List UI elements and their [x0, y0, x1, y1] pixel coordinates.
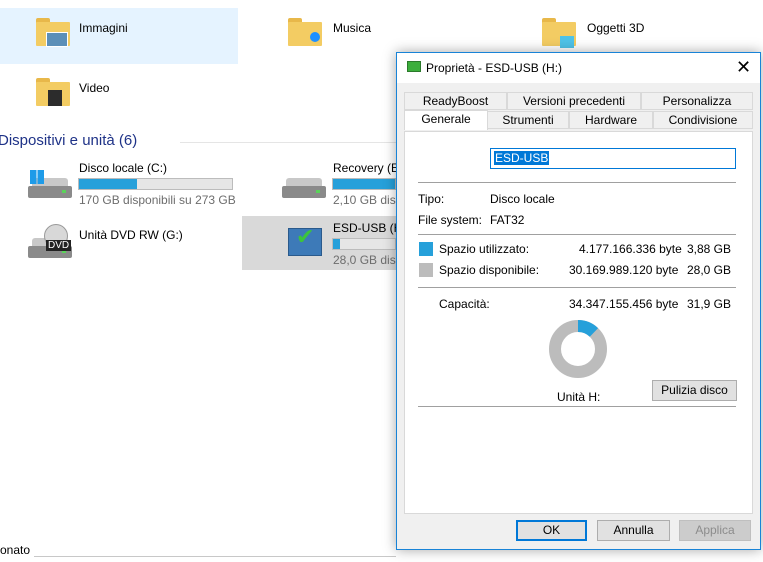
drive-name: Disco locale (C:) — [79, 161, 168, 175]
status-bar-text: onato — [0, 543, 31, 557]
drive-name: Recovery (E: — [333, 161, 403, 175]
drive-g-dvd[interactable]: DVD Unità DVD RW (G:) — [0, 216, 240, 272]
capacity-bytes: 34.347.155.456 byte — [569, 297, 679, 311]
filesystem-value: FAT32 — [490, 213, 525, 227]
free-space-size: 28,0 GB — [686, 263, 731, 277]
volume-name-field[interactable]: ESD-USB — [490, 148, 736, 169]
type-value: Disco locale — [490, 192, 555, 206]
apply-button[interactable]: Applica — [679, 520, 751, 541]
capacity-size: 31,9 GB — [686, 297, 731, 311]
used-space-label: Spazio utilizzato: — [439, 242, 530, 256]
checkmark-icon: ✔ — [296, 224, 315, 249]
used-space-bytes: 4.177.166.336 byte — [579, 242, 682, 256]
donut-free-segment — [549, 320, 607, 378]
drive-usage-bar — [78, 178, 233, 190]
drive-usage-bar — [332, 178, 396, 190]
tab-hardware[interactable]: Hardware — [569, 111, 653, 129]
drive-e[interactable]: Recovery (E: 2,10 GB disp — [250, 156, 402, 212]
dialog-title: Proprietà - ESD-USB (H:) — [426, 61, 563, 75]
ok-button[interactable]: OK — [516, 520, 587, 541]
tab-personalizza[interactable]: Personalizza — [641, 92, 753, 110]
separator — [418, 234, 736, 235]
close-icon[interactable]: ✕ — [736, 57, 751, 77]
3d-objects-folder-icon — [542, 18, 576, 48]
tab-versioni-precedenti[interactable]: Versioni precedenti — [507, 92, 641, 110]
cancel-button[interactable]: Annulla — [597, 520, 670, 541]
drive-usage-bar — [332, 238, 396, 250]
pictures-folder-icon — [36, 18, 70, 47]
drive-icon — [282, 178, 326, 200]
folder-immagini[interactable]: Immagini — [0, 8, 238, 64]
free-space-bytes: 30.169.989.120 byte — [569, 263, 679, 277]
windows-logo-icon — [30, 170, 44, 184]
tab-generale[interactable]: Generale — [404, 110, 488, 130]
drive-name: Unità DVD RW (G:) — [79, 228, 183, 242]
folder-label: Immagini — [79, 21, 128, 35]
music-folder-icon — [288, 18, 322, 46]
separator — [418, 287, 736, 288]
separator — [418, 182, 736, 183]
folder-label: Oggetti 3D — [587, 21, 645, 35]
used-space-swatch — [419, 242, 433, 256]
folder-label: Video — [79, 81, 110, 95]
tab-condivisione[interactable]: Condivisione — [653, 111, 753, 129]
tab-strumenti[interactable]: Strumenti — [487, 111, 569, 129]
drive-h-usb[interactable]: ✔ ESD-USB (H: 28,0 GB disp — [242, 216, 406, 270]
folder-video[interactable]: Video — [0, 68, 238, 124]
free-space-label: Spazio disponibile: — [439, 263, 540, 277]
separator — [418, 406, 736, 407]
status-bar-divider — [34, 556, 396, 557]
drive-free-text: 2,10 GB disp — [333, 193, 403, 207]
properties-dialog: Proprietà - ESD-USB (H:) ✕ ReadyBoost Ve… — [396, 52, 761, 550]
devices-section-title[interactable]: Dispositivi e unità (6) — [0, 132, 137, 149]
capacity-label: Capacità: — [439, 297, 490, 311]
volume-name-value: ESD-USB — [494, 151, 550, 165]
drive-properties-icon — [407, 61, 421, 72]
drive-name: ESD-USB (H: — [333, 221, 406, 235]
tab-readyboost[interactable]: ReadyBoost — [404, 92, 507, 110]
drive-c[interactable]: Disco locale (C:) 170 GB disponibili su … — [0, 156, 240, 212]
video-folder-icon — [36, 78, 70, 106]
folder-label: Musica — [333, 21, 372, 35]
drive-free-text: 170 GB disponibili su 273 GB — [79, 193, 236, 207]
type-label: Tipo: — [418, 192, 445, 206]
dvd-logo-icon: DVD — [46, 240, 72, 251]
section-divider — [180, 142, 400, 143]
disk-cleanup-button[interactable]: Pulizia disco — [652, 380, 737, 401]
drive-letter-label: Unità H: — [557, 390, 601, 404]
free-space-swatch — [419, 263, 433, 277]
drive-free-text: 28,0 GB disp — [333, 253, 403, 267]
used-space-size: 3,88 GB — [686, 242, 731, 256]
filesystem-label: File system: — [418, 213, 483, 227]
usage-donut-chart — [549, 320, 607, 378]
dialog-titlebar[interactable]: Proprietà - ESD-USB (H:) ✕ — [397, 53, 760, 83]
